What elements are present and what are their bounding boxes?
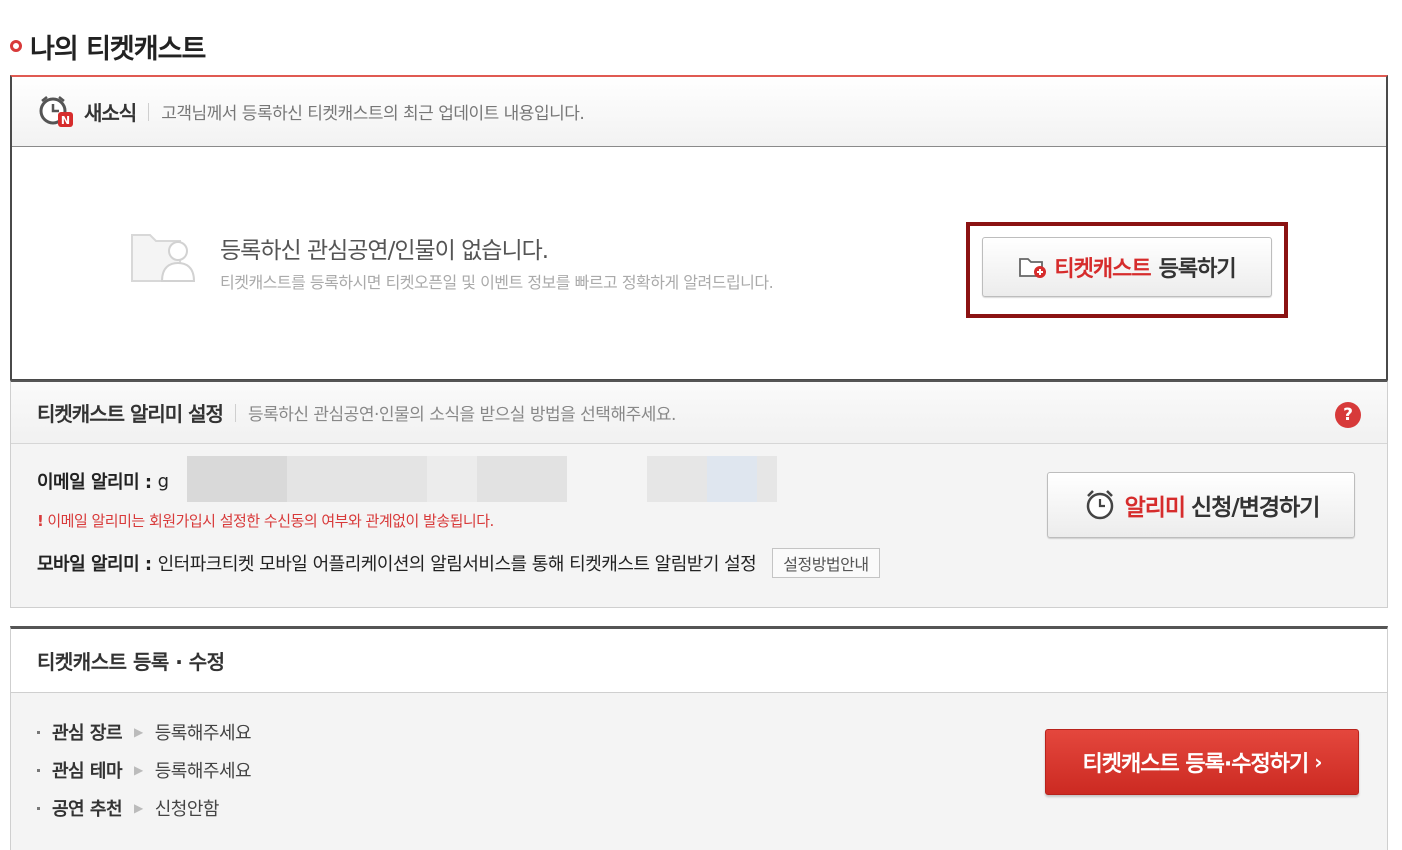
news-title: 새소식 xyxy=(84,101,137,125)
folder-add-icon xyxy=(1018,255,1048,279)
bullet-icon xyxy=(37,806,40,810)
help-icon[interactable]: ? xyxy=(1335,402,1361,428)
news-clock-icon: N xyxy=(38,95,74,129)
email-value: g xyxy=(157,470,169,492)
chevron-right-icon: › xyxy=(1314,750,1322,774)
arrow-right-icon: ▶ xyxy=(134,725,143,739)
alarm-button-label: 신청/변경하기 xyxy=(1191,495,1320,521)
register-button-highlight: 티켓캐스트 xyxy=(1054,257,1151,282)
item-label: 관심 장르 xyxy=(52,723,123,744)
email-warning: ! 이메일 알리미는 회원가입시 설정한 수신동의 여부와 관계없이 발송됩니다. xyxy=(37,510,494,531)
alarm-apply-button[interactable]: 알리미 신청/변경하기 xyxy=(1047,472,1355,538)
email-alarm-label: 이메일 알리미 : xyxy=(37,472,152,493)
warning-icon: ! xyxy=(37,512,44,530)
list-item: 공연 추천 ▶ 신청안함 xyxy=(37,789,251,827)
register-modify-section: 티켓캐스트 등록 · 수정 관심 장르 ▶ 등록해주세요 관심 테마 ▶ 등록해… xyxy=(10,626,1388,850)
email-alarm-row: 이메일 알리미 : g xyxy=(37,468,169,494)
mobile-alarm-row: 모바일 알리미 : 인터파크티켓 모바일 어플리케이션의 알림서비스를 통해 티… xyxy=(37,548,880,578)
arrow-right-icon: ▶ xyxy=(134,801,143,815)
bullet-icon xyxy=(37,730,40,734)
alarm-clock-icon xyxy=(1083,488,1117,522)
alarm-title: 티켓캐스트 알리미 설정 xyxy=(37,402,224,426)
register-button-label: 등록하기 xyxy=(1158,257,1237,282)
register-header: 티켓캐스트 등록 · 수정 xyxy=(11,629,1387,693)
item-label: 관심 테마 xyxy=(52,761,123,782)
item-value: 등록해주세요 xyxy=(154,761,252,782)
register-modify-label: 티켓캐스트 등록·수정하기 xyxy=(1082,752,1310,777)
alarm-description: 등록하신 관심공연·인물의 소식을 받으실 방법을 선택해주세요. xyxy=(247,405,676,425)
item-value: 신청안함 xyxy=(154,799,220,820)
empty-title: 등록하신 관심공연/인물이 없습니다. xyxy=(220,238,549,264)
mobile-alarm-text: 인터파크티켓 모바일 어플리케이션의 알림서비스를 통해 티켓캐스트 알림받기 … xyxy=(157,554,757,575)
alarm-body: 이메일 알리미 : g ! 이메일 알리미는 회원가입시 설정한 수신동의 여부와… xyxy=(11,444,1387,608)
title-bullet-icon xyxy=(10,40,22,52)
setting-guide-button[interactable]: 설정방법안내 xyxy=(772,548,880,578)
register-title: 티켓캐스트 등록 · 수정 xyxy=(37,650,225,674)
news-description: 고객님께서 등록하신 티켓캐스트의 최근 업데이트 내용입니다. xyxy=(161,104,585,124)
item-label: 공연 추천 xyxy=(52,799,123,820)
ticketcast-register-button[interactable]: 티켓캐스트 등록하기 xyxy=(982,237,1272,297)
header-divider xyxy=(148,102,150,121)
news-header: N 새소식 고객님께서 등록하신 티켓캐스트의 최근 업데이트 내용입니다. xyxy=(12,77,1386,147)
email-redacted-blur xyxy=(187,456,777,502)
empty-description: 티켓캐스트를 등록하시면 티켓오픈일 및 이벤트 정보를 빠르고 정확하게 알려… xyxy=(220,273,774,292)
header-divider xyxy=(234,403,236,422)
item-value: 등록해주세요 xyxy=(154,723,252,744)
register-modify-button[interactable]: 티켓캐스트 등록·수정하기 › xyxy=(1045,729,1359,795)
warning-text: 이메일 알리미는 회원가입시 설정한 수신동의 여부와 관계없이 발송됩니다. xyxy=(47,512,494,530)
arrow-right-icon: ▶ xyxy=(134,763,143,777)
alarm-settings-section: 티켓캐스트 알리미 설정 등록하신 관심공연·인물의 소식을 받으실 방법을 선… xyxy=(10,380,1388,608)
register-list: 관심 장르 ▶ 등록해주세요 관심 테마 ▶ 등록해주세요 공연 추천 ▶ 신청… xyxy=(37,713,252,827)
mobile-alarm-label: 모바일 알리미 : xyxy=(37,554,152,575)
alarm-header: 티켓캐스트 알리미 설정 등록하신 관심공연·인물의 소식을 받으실 방법을 선… xyxy=(11,382,1387,444)
page-title-text: 나의 티켓캐스트 xyxy=(30,33,206,65)
list-item: 관심 장르 ▶ 등록해주세요 xyxy=(37,713,252,751)
list-item: 관심 테마 ▶ 등록해주세요 xyxy=(37,751,252,789)
news-empty-state: 등록하신 관심공연/인물이 없습니다. 티켓캐스트를 등록하시면 티켓오픈일 및… xyxy=(12,147,1386,379)
svg-text:N: N xyxy=(61,114,70,127)
page-title: 나의 티켓캐스트 xyxy=(10,28,206,65)
bullet-icon xyxy=(37,768,40,772)
news-section: N 새소식 고객님께서 등록하신 티켓캐스트의 최근 업데이트 내용입니다. 등… xyxy=(10,75,1388,381)
empty-folder-person-icon xyxy=(128,225,200,287)
alarm-button-highlight: 알리미 xyxy=(1124,495,1186,521)
